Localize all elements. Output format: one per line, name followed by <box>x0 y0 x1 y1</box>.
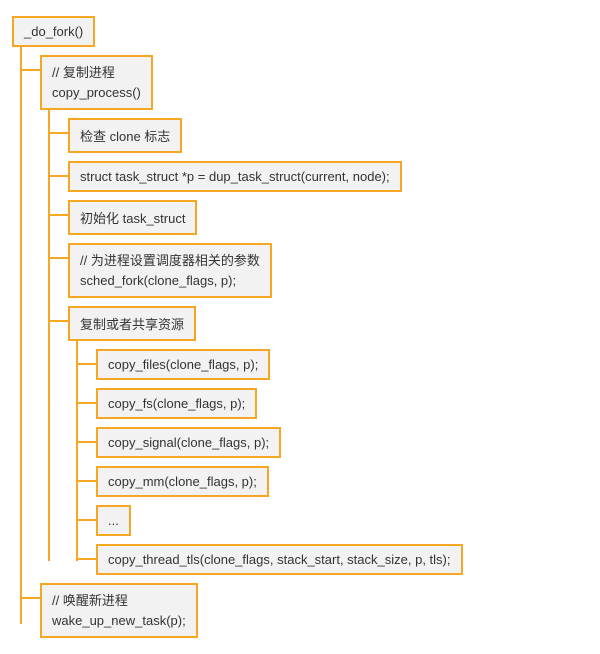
dup-task-node: struct task_struct *p = dup_task_struct(… <box>68 157 588 196</box>
init-task-box: 初始化 task_struct <box>68 200 197 235</box>
share-resources-node: 复制或者共享资源 copy_files(clone_flags, p); cop… <box>68 302 588 579</box>
check-clone-box: 检查 clone 标志 <box>68 118 182 153</box>
copy-thread-tls-node: copy_thread_tls(clone_flags, stack_start… <box>96 540 588 579</box>
copy-process-call: copy_process() <box>52 85 141 100</box>
check-clone-node: 检查 clone 标志 <box>68 114 588 157</box>
sched-fork-box: // 为进程设置调度器相关的参数 sched_fork(clone_flags,… <box>68 243 272 298</box>
copy-process-children: 检查 clone 标志 struct task_struct *p = dup_… <box>68 114 588 579</box>
copy-signal-node: copy_signal(clone_flags, p); <box>96 423 588 462</box>
copy-files-label: copy_files(clone_flags, p); <box>108 357 258 372</box>
init-task-label: 初始化 task_struct <box>80 211 185 226</box>
copy-mm-box: copy_mm(clone_flags, p); <box>96 466 269 497</box>
copy-fs-box: copy_fs(clone_flags, p); <box>96 388 257 419</box>
copy-signal-label: copy_signal(clone_flags, p); <box>108 435 269 450</box>
wake-up-comment: // 唤醒新进程 <box>52 593 128 608</box>
dup-task-label: struct task_struct *p = dup_task_struct(… <box>80 169 390 184</box>
copy-fs-label: copy_fs(clone_flags, p); <box>108 396 245 411</box>
sched-fork-comment: // 为进程设置调度器相关的参数 <box>80 253 260 268</box>
copy-ellipsis-box: ... <box>96 505 131 536</box>
copy-fs-node: copy_fs(clone_flags, p); <box>96 384 588 423</box>
copy-thread-tls-box: copy_thread_tls(clone_flags, stack_start… <box>96 544 463 575</box>
copy-mm-label: copy_mm(clone_flags, p); <box>108 474 257 489</box>
share-resources-children: copy_files(clone_flags, p); copy_fs(clon… <box>96 345 588 579</box>
copy-ellipsis-label: ... <box>108 513 119 528</box>
copy-process-box: // 复制进程 copy_process() <box>40 55 153 110</box>
copy-ellipsis-node: ... <box>96 501 588 540</box>
copy-process-node: // 复制进程 copy_process() 检查 clone 标志 struc… <box>40 51 588 579</box>
init-task-node: 初始化 task_struct <box>68 196 588 239</box>
do-fork-label: _do_fork() <box>24 24 83 39</box>
copy-mm-node: copy_mm(clone_flags, p); <box>96 462 588 501</box>
copy-thread-tls-label: copy_thread_tls(clone_flags, stack_start… <box>108 552 451 567</box>
dup-task-box: struct task_struct *p = dup_task_struct(… <box>68 161 402 192</box>
copy-signal-box: copy_signal(clone_flags, p); <box>96 427 281 458</box>
wake-up-node: // 唤醒新进程 wake_up_new_task(p); <box>40 579 588 642</box>
wake-up-box: // 唤醒新进程 wake_up_new_task(p); <box>40 583 198 638</box>
copy-files-node: copy_files(clone_flags, p); <box>96 345 588 384</box>
root-children: // 复制进程 copy_process() 检查 clone 标志 struc… <box>40 51 588 642</box>
share-resources-label: 复制或者共享资源 <box>80 317 184 332</box>
share-resources-box: 复制或者共享资源 <box>68 306 196 341</box>
root-node: _do_fork() // 复制进程 copy_process() 检查 clo… <box>12 12 588 642</box>
sched-fork-node: // 为进程设置调度器相关的参数 sched_fork(clone_flags,… <box>68 239 588 302</box>
copy-files-box: copy_files(clone_flags, p); <box>96 349 270 380</box>
copy-process-comment: // 复制进程 <box>52 65 115 80</box>
check-clone-label: 检查 clone 标志 <box>80 129 170 144</box>
wake-up-call: wake_up_new_task(p); <box>52 613 186 628</box>
do-fork-box: _do_fork() <box>12 16 95 47</box>
sched-fork-call: sched_fork(clone_flags, p); <box>80 273 236 288</box>
